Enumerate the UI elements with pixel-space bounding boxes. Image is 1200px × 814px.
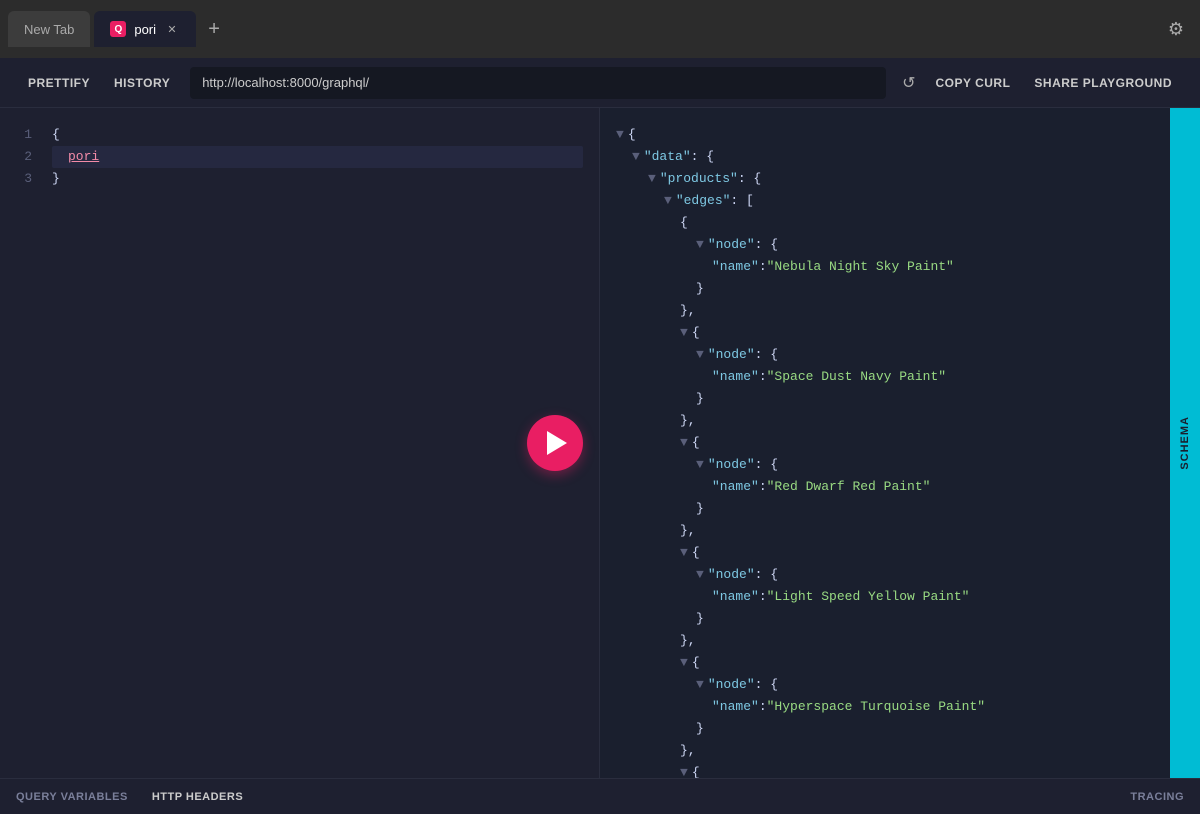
collapse-node2[interactable]: ▼ [696, 344, 704, 366]
json-edge4-open: ▼ { [680, 542, 1184, 564]
schema-sidebar[interactable]: SCHEMA [1170, 108, 1200, 778]
line-numbers: 1 2 3 [0, 108, 40, 190]
json-edge4-node-close: } [696, 608, 1184, 630]
json-edge5-node: ▼ "node" : { [696, 674, 1184, 696]
json-edge3-open: ▼ { [680, 432, 1184, 454]
schema-label: SCHEMA [1174, 416, 1196, 470]
editor-line-1: { [52, 124, 583, 146]
json-edge4-name: "name" : "Light Speed Yellow Paint" [712, 586, 1184, 608]
collapse-node1[interactable]: ▼ [696, 234, 704, 256]
json-edge3-node: ▼ "node" : { [696, 454, 1184, 476]
json-edge1-open: { [680, 212, 1184, 234]
json-edge5-open: ▼ { [680, 652, 1184, 674]
editor-line-3: } [52, 168, 583, 190]
prettify-button[interactable]: PRETTIFY [16, 68, 102, 98]
results-panel: ▼ { ▼ "data" : { ▼ "products" : { ▼ "edg… [600, 108, 1200, 778]
collapse-more[interactable]: ▼ [680, 762, 688, 778]
query-variables-button[interactable]: QUERY VARIABLES [16, 791, 128, 803]
json-edge1-name: "name" : "Nebula Night Sky Paint" [712, 256, 1184, 278]
json-edge1-node-close: } [696, 278, 1184, 300]
tab-new-label: New Tab [24, 22, 74, 37]
collapse-node4[interactable]: ▼ [696, 564, 704, 586]
collapse-edge2[interactable]: ▼ [680, 322, 688, 344]
editor-line-2: pori [52, 146, 583, 168]
collapse-edges[interactable]: ▼ [664, 190, 672, 212]
toolbar: PRETTIFY HISTORY ↺ COPY CURL SHARE PLAYG… [0, 58, 1200, 108]
json-more: ▼ { [680, 762, 1184, 778]
json-edge2-close: }, [680, 410, 1184, 432]
http-headers-button[interactable]: HTTP HEADERS [152, 791, 243, 803]
json-edges-key: ▼ "edges" : [ [664, 190, 1184, 212]
json-edge3-node-close: } [696, 498, 1184, 520]
json-edge4-close: }, [680, 630, 1184, 652]
line1-brace: { [52, 124, 60, 146]
collapse-edge4[interactable]: ▼ [680, 542, 688, 564]
tab-favicon: Q [110, 21, 126, 37]
json-edge2-node-close: } [696, 388, 1184, 410]
new-tab-button[interactable]: + [200, 15, 228, 43]
json-edge4-node: ▼ "node" : { [696, 564, 1184, 586]
refresh-button[interactable]: ↺ [894, 69, 923, 97]
tab-active-label: pori [134, 22, 156, 37]
collapse-node5[interactable]: ▼ [696, 674, 704, 696]
copy-curl-button[interactable]: COPY CURL [923, 68, 1022, 98]
collapse-data[interactable]: ▼ [632, 146, 640, 168]
json-line-open: ▼ { [616, 124, 1184, 146]
browser-chrome: New Tab Q pori ✕ + ⚙ [0, 0, 1200, 58]
tab-new[interactable]: New Tab [8, 11, 90, 47]
main-content: 1 2 3 { pori } ▼ { ▼ [0, 108, 1200, 778]
url-input[interactable] [190, 67, 886, 99]
json-edge2-node: ▼ "node" : { [696, 344, 1184, 366]
bottom-bar: QUERY VARIABLES HTTP HEADERS TRACING [0, 778, 1200, 814]
line2-field: pori [68, 146, 99, 168]
json-output: ▼ { ▼ "data" : { ▼ "products" : { ▼ "edg… [616, 124, 1184, 778]
run-button[interactable] [527, 415, 583, 471]
json-edge1-close: }, [680, 300, 1184, 322]
settings-button[interactable]: ⚙ [1160, 13, 1192, 45]
editor-content[interactable]: { pori } [40, 108, 599, 778]
json-products-key: ▼ "products" : { [648, 168, 1184, 190]
json-edge5-name: "name" : "Hyperspace Turquoise Paint" [712, 696, 1184, 718]
history-button[interactable]: HISTORY [102, 68, 182, 98]
json-edge2-open: ▼ { [680, 322, 1184, 344]
collapse-edge3[interactable]: ▼ [680, 432, 688, 454]
collapse-products[interactable]: ▼ [648, 168, 656, 190]
tracing-button[interactable]: TRACING [1130, 791, 1184, 803]
line3-brace: } [52, 168, 60, 190]
json-data-key: ▼ "data" : { [632, 146, 1184, 168]
collapse-edge5[interactable]: ▼ [680, 652, 688, 674]
tab-close-button[interactable]: ✕ [164, 21, 180, 37]
share-playground-button[interactable]: SHARE PLAYGROUND [1022, 68, 1184, 98]
editor-panel: 1 2 3 { pori } [0, 108, 600, 778]
json-edge5-node-close: } [696, 718, 1184, 740]
json-edge5-close: }, [680, 740, 1184, 762]
collapse-root[interactable]: ▼ [616, 124, 624, 146]
collapse-node3[interactable]: ▼ [696, 454, 704, 476]
json-edge3-close: }, [680, 520, 1184, 542]
tab-active[interactable]: Q pori ✕ [94, 11, 196, 47]
json-edge2-name: "name" : "Space Dust Navy Paint" [712, 366, 1184, 388]
json-edge1-node: ▼ "node" : { [696, 234, 1184, 256]
json-edge3-name: "name" : "Red Dwarf Red Paint" [712, 476, 1184, 498]
